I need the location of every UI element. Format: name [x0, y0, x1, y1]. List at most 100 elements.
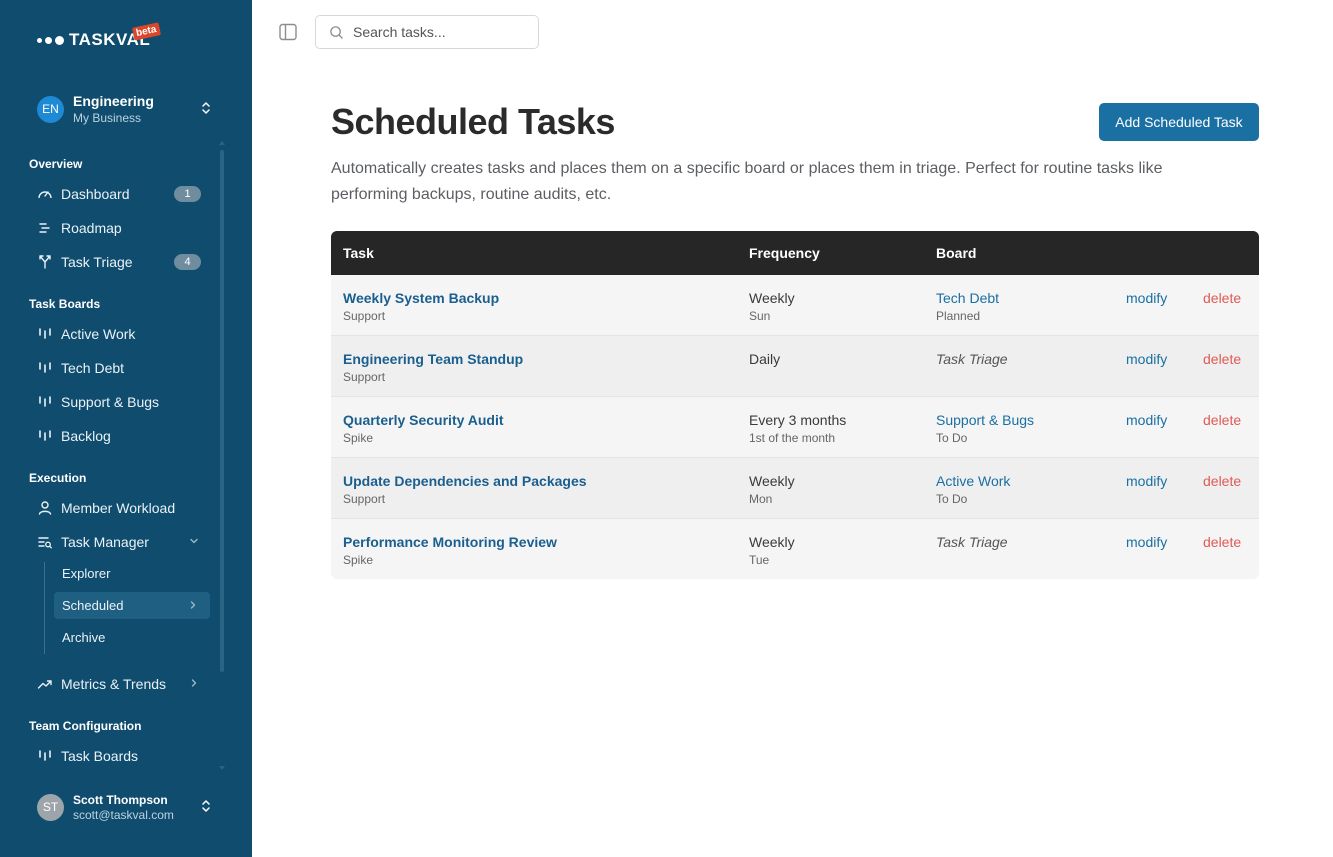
- sidebar-item-label: Member Workload: [61, 500, 176, 516]
- column-header-board: Board: [936, 245, 977, 261]
- sidebar-item-label: Tech Debt: [61, 360, 125, 376]
- task-category: Spike: [343, 431, 374, 445]
- submenu-guide-line: [44, 562, 45, 654]
- board-icon: [37, 326, 61, 342]
- workspace-avatar: EN: [37, 95, 64, 123]
- page-title: Scheduled Tasks: [331, 101, 615, 142]
- gauge-icon: [37, 186, 61, 202]
- sidebar: TASKVAL beta EN Engineering My Business …: [0, 0, 252, 857]
- section-title-task-boards: Task Boards: [29, 297, 101, 311]
- modify-link[interactable]: modify: [1126, 412, 1167, 428]
- sidebar-subitem-label: Scheduled: [62, 598, 124, 613]
- table-row: Quarterly Security Audit Spike Every 3 m…: [331, 397, 1259, 458]
- sidebar-item-label: Roadmap: [61, 220, 122, 236]
- board-icon: [37, 360, 61, 376]
- table-header: Task Frequency Board: [331, 231, 1259, 275]
- delete-link[interactable]: delete: [1203, 351, 1241, 367]
- task-board-triage: Task Triage: [936, 351, 1008, 367]
- task-frequency: Daily: [749, 351, 781, 367]
- toggle-sidebar-icon[interactable]: [279, 23, 297, 41]
- sidebar-item-task-boards-config[interactable]: Task Boards: [29, 741, 209, 771]
- task-category: Spike: [343, 553, 374, 567]
- modify-link[interactable]: modify: [1126, 534, 1167, 550]
- sidebar-item-metrics-trends[interactable]: Metrics & Trends: [29, 669, 209, 699]
- sidebar-item-label: Task Boards: [61, 748, 139, 764]
- add-scheduled-task-button[interactable]: Add Scheduled Task: [1099, 103, 1259, 141]
- task-frequency: Weekly: [749, 473, 795, 489]
- sidebar-subitem-label: Archive: [62, 630, 106, 645]
- modify-link[interactable]: modify: [1126, 290, 1167, 306]
- task-category: Support: [343, 492, 386, 506]
- task-frequency-detail: Sun: [749, 309, 771, 323]
- section-title-overview: Overview: [29, 157, 83, 171]
- modify-link[interactable]: modify: [1126, 473, 1167, 489]
- roadmap-icon: [37, 220, 61, 236]
- sidebar-item-roadmap[interactable]: Roadmap: [29, 213, 209, 243]
- trend-up-icon: [37, 676, 61, 692]
- task-board-link[interactable]: Active Work: [936, 473, 1010, 489]
- search-box[interactable]: [315, 15, 539, 49]
- task-board-triage: Task Triage: [936, 534, 1008, 550]
- chevron-up-down-icon: [202, 102, 210, 114]
- user-name: Scott Thompson: [73, 792, 168, 807]
- task-name-link[interactable]: Quarterly Security Audit: [343, 412, 504, 428]
- delete-link[interactable]: delete: [1203, 290, 1241, 306]
- task-name-link[interactable]: Engineering Team Standup: [343, 351, 523, 367]
- sidebar-item-label: Task Triage: [61, 254, 133, 270]
- user-icon: [37, 500, 61, 516]
- workspace-switcher[interactable]: EN Engineering My Business: [37, 92, 217, 126]
- sidebar-subitem-scheduled[interactable]: Scheduled: [54, 592, 210, 619]
- app-logo[interactable]: TASKVAL beta: [37, 22, 161, 50]
- sidebar-item-label: Task Manager: [61, 534, 149, 550]
- workspace-name: Engineering: [73, 92, 154, 109]
- task-frequency-detail: Mon: [749, 492, 773, 506]
- split-arrows-icon: [37, 254, 61, 270]
- search-icon: [330, 25, 343, 39]
- sidebar-item-backlog[interactable]: Backlog: [29, 421, 209, 451]
- sidebar-item-dashboard[interactable]: Dashboard 1: [29, 179, 209, 209]
- task-board-link[interactable]: Support & Bugs: [936, 412, 1034, 428]
- column-header-frequency: Frequency: [749, 245, 820, 261]
- sidebar-item-task-triage[interactable]: Task Triage 4: [29, 247, 209, 277]
- sidebar-item-task-manager[interactable]: Task Manager: [29, 527, 209, 557]
- user-menu[interactable]: ST Scott Thompson scott@taskval.com: [37, 790, 217, 824]
- task-name-link[interactable]: Performance Monitoring Review: [343, 534, 557, 550]
- delete-link[interactable]: delete: [1203, 534, 1241, 550]
- sidebar-item-label: Support & Bugs: [61, 394, 160, 410]
- dashboard-count-badge: 1: [174, 186, 201, 202]
- table-row: Weekly System Backup Support Weekly Sun …: [331, 275, 1259, 336]
- scroll-up-icon[interactable]: [219, 140, 225, 146]
- user-email: scott@taskval.com: [73, 807, 174, 822]
- sidebar-subitem-archive[interactable]: Archive: [54, 624, 210, 651]
- delete-link[interactable]: delete: [1203, 473, 1241, 489]
- sidebar-item-active-work[interactable]: Active Work: [29, 319, 209, 349]
- search-input[interactable]: [353, 24, 523, 40]
- sidebar-subitem-label: Explorer: [62, 566, 111, 581]
- board-icon: [37, 394, 61, 410]
- board-icon: [37, 428, 61, 444]
- logo-dots-icon: [37, 35, 64, 45]
- task-board-link[interactable]: Tech Debt: [936, 290, 999, 306]
- page-description: Automatically creates tasks and places t…: [331, 160, 1163, 203]
- user-avatar: ST: [37, 793, 64, 821]
- sidebar-item-support-bugs[interactable]: Support & Bugs: [29, 387, 209, 417]
- scheduled-tasks-table: Task Frequency Board Weekly System Backu…: [331, 231, 1259, 579]
- table-row: Performance Monitoring Review Spike Week…: [331, 519, 1259, 579]
- task-board-status: To Do: [936, 492, 968, 506]
- task-name-link[interactable]: Weekly System Backup: [343, 290, 499, 306]
- sidebar-item-member-workload[interactable]: Member Workload: [29, 493, 209, 523]
- sidebar-subitem-explorer[interactable]: Explorer: [54, 560, 210, 587]
- chevron-right-icon: [191, 679, 197, 687]
- task-name-link[interactable]: Update Dependencies and Packages: [343, 473, 587, 489]
- beta-badge: beta: [131, 22, 161, 41]
- delete-link[interactable]: delete: [1203, 412, 1241, 428]
- sidebar-scrollbar[interactable]: [220, 150, 224, 672]
- chevron-up-down-icon: [202, 800, 210, 812]
- chevron-down-icon: [190, 538, 198, 544]
- task-category: Support: [343, 370, 386, 384]
- scroll-down-icon[interactable]: [219, 765, 225, 771]
- modify-link[interactable]: modify: [1126, 351, 1167, 367]
- sidebar-item-tech-debt[interactable]: Tech Debt: [29, 353, 209, 383]
- chevron-right-icon: [190, 601, 196, 609]
- workspace-subtitle: My Business: [73, 110, 142, 125]
